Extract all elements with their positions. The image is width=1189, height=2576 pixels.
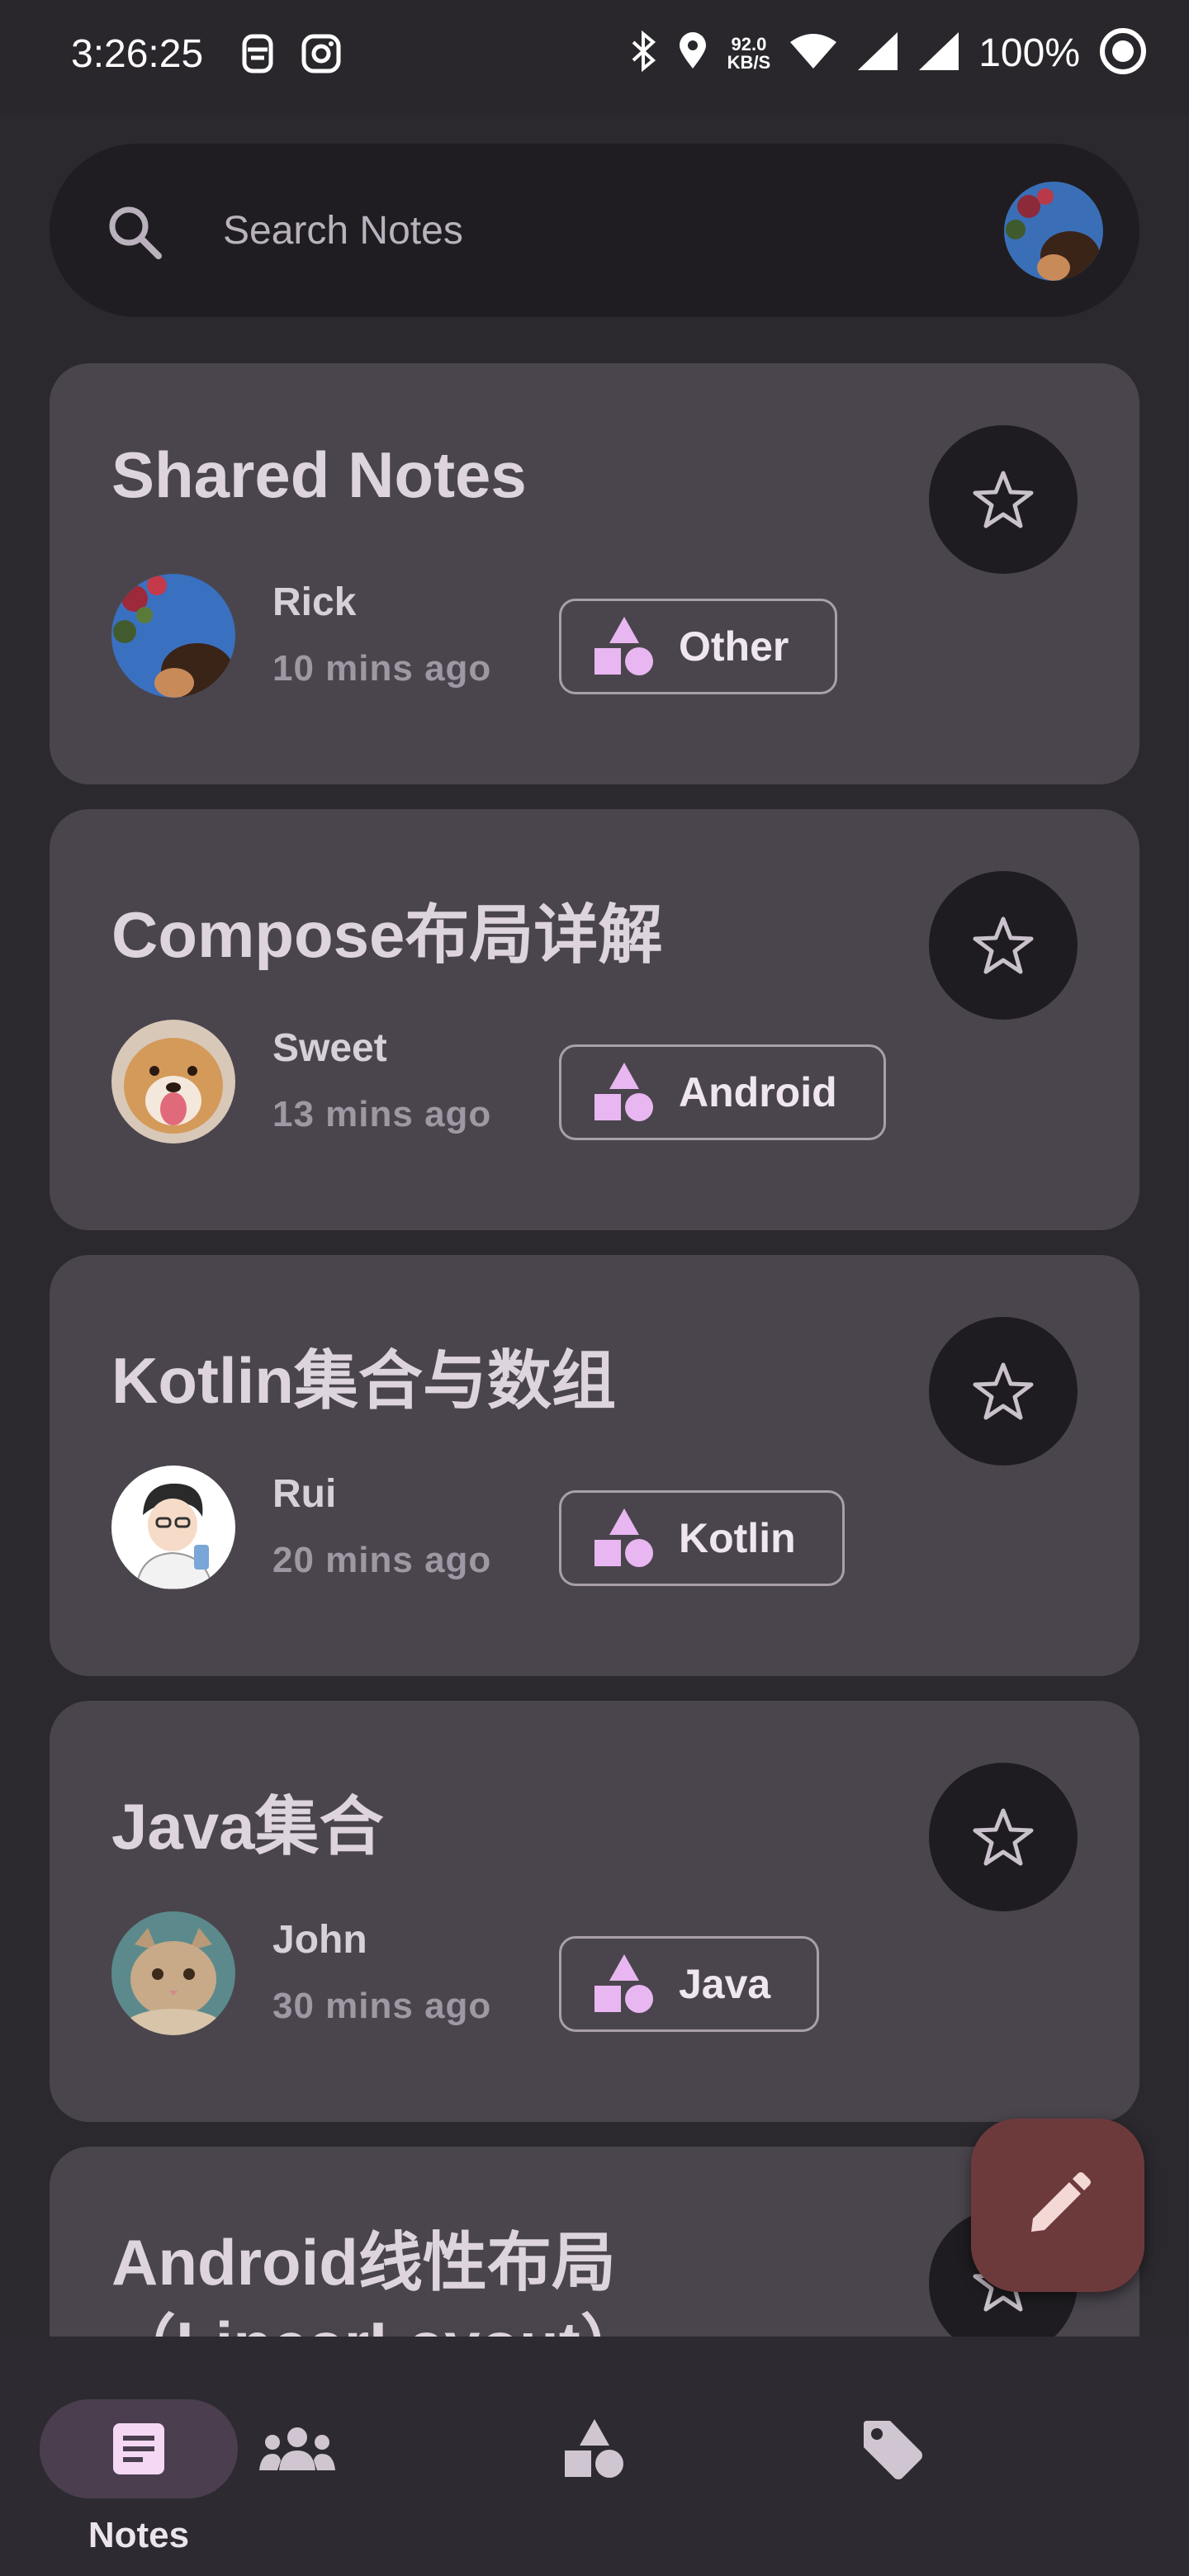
search-bar[interactable]: Search Notes xyxy=(50,144,1139,317)
tag-chip[interactable]: Android xyxy=(559,1044,886,1140)
shapes-icon xyxy=(594,1954,653,2013)
author-name: Sweet xyxy=(272,1026,387,1070)
favorite-button[interactable] xyxy=(929,871,1078,1020)
author-avatar xyxy=(111,1020,235,1144)
status-bar: 3:26:25 92.0 KB/S 100% xyxy=(0,0,1189,116)
author-avatar xyxy=(111,574,235,698)
note-title: Shared Notes xyxy=(111,438,527,511)
network-speed-value: 92.0 xyxy=(731,33,767,54)
star-icon xyxy=(973,471,1034,528)
new-note-button[interactable] xyxy=(971,2119,1144,2292)
note-title: Android线性布局（LinearLayout） xyxy=(111,2226,645,2337)
notification-icons xyxy=(239,33,342,78)
tag-label: Other xyxy=(679,623,789,670)
shapes-icon xyxy=(594,617,653,675)
note-card[interactable]: Shared Notes Rick 10 mins ago Other xyxy=(50,363,1139,784)
status-time: 3:26:25 xyxy=(71,32,204,76)
tag-chip[interactable]: Other xyxy=(559,599,838,694)
note-time: 13 mins ago xyxy=(272,1094,492,1134)
shapes-icon xyxy=(594,1508,653,1567)
favorite-button[interactable] xyxy=(929,1317,1078,1466)
shapes-icon xyxy=(594,1063,653,1121)
system-icons: 92.0 KB/S 100% xyxy=(628,26,1148,80)
favorite-button[interactable] xyxy=(929,425,1078,574)
tag-label: Kotlin xyxy=(679,1515,796,1561)
bottom-navigation: Notes xyxy=(0,2337,1189,2576)
tag-chip[interactable]: Kotlin xyxy=(559,1490,845,1586)
signal-icon xyxy=(856,31,899,76)
author-avatar xyxy=(111,1466,235,1589)
battery-percent: 100% xyxy=(978,31,1080,75)
nav-item-tags[interactable] xyxy=(864,2376,1189,2541)
note-time: 30 mins ago xyxy=(272,1986,492,2026)
note-card[interactable]: Java集合 John 30 mins ago Java xyxy=(50,1701,1139,2122)
wifi-icon xyxy=(789,31,838,76)
tag-label: Android xyxy=(679,1069,837,1115)
search-placeholder[interactable]: Search Notes xyxy=(223,208,463,253)
note-time: 20 mins ago xyxy=(272,1540,492,1580)
tag-label: Java xyxy=(679,1961,771,2007)
battery-icon xyxy=(1098,26,1148,80)
app-notification-icon xyxy=(239,33,276,78)
network-speed-unit: KB/S xyxy=(727,51,771,73)
note-title: Java集合 xyxy=(111,1790,384,1863)
people-icon xyxy=(259,2427,335,2470)
network-speed: 92.0 KB/S xyxy=(727,33,771,73)
note-card[interactable]: Kotlin集合与数组 Rui 20 mins ago Kotlin xyxy=(50,1255,1139,1676)
search-icon xyxy=(106,203,163,265)
note-title: Kotlin集合与数组 xyxy=(111,1344,616,1417)
user-avatar[interactable] xyxy=(1004,182,1103,281)
tag-icon xyxy=(864,2421,922,2479)
bluetooth-icon xyxy=(628,30,658,76)
note-card[interactable]: Compose布局详解 Sweet 13 mins ago Android xyxy=(50,809,1139,1230)
shapes-icon xyxy=(565,2419,623,2478)
star-icon xyxy=(973,916,1034,974)
instagram-icon xyxy=(301,33,342,78)
signal-icon-2 xyxy=(917,31,960,76)
star-icon xyxy=(973,1362,1034,1420)
location-icon xyxy=(676,31,709,76)
author-avatar xyxy=(111,1911,235,2035)
author-name: John xyxy=(272,1918,367,1962)
author-name: Rick xyxy=(272,580,357,624)
star-icon xyxy=(973,1808,1034,1866)
note-title: Compose布局详解 xyxy=(111,898,663,971)
author-name: Rui xyxy=(272,1472,337,1516)
pencil-icon xyxy=(1031,2172,1091,2232)
tag-chip[interactable]: Java xyxy=(559,1936,820,2032)
favorite-button[interactable] xyxy=(929,1763,1078,1911)
note-time: 10 mins ago xyxy=(272,648,492,689)
nav-label-notes: Notes xyxy=(88,2515,190,2555)
